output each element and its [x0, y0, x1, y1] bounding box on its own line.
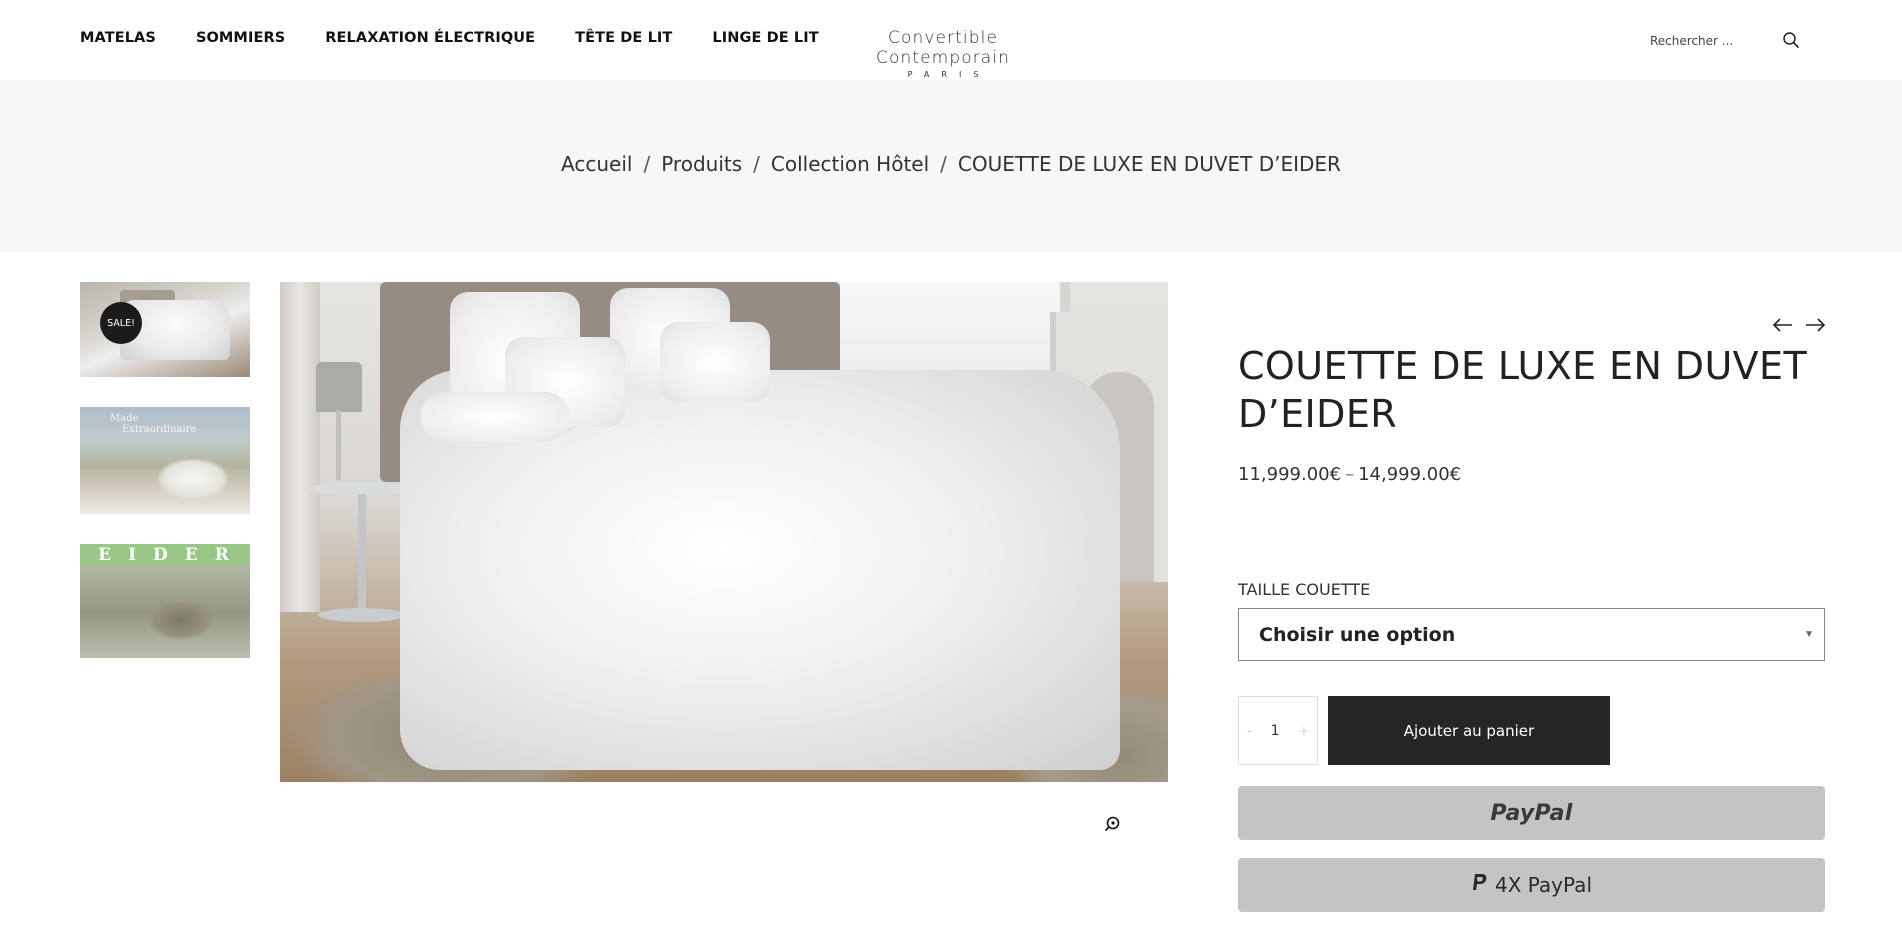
size-select-value: Choisir une option: [1259, 623, 1456, 646]
price-max: 14,999.00€: [1358, 464, 1462, 485]
thumbnail-flower: [158, 459, 228, 499]
image-curtain: [280, 282, 320, 612]
image-side-table-leg: [358, 494, 366, 614]
paypal-logo-icon: [1471, 873, 1489, 898]
paypal-button[interactable]: PayPal: [1238, 786, 1825, 840]
gallery-thumbnail-3[interactable]: EIDER: [80, 544, 250, 658]
gallery-thumbnail-2[interactable]: Made Extraordinaire: [80, 407, 250, 514]
nav-item-relaxation[interactable]: RELAXATION ÉLECTRIQUE: [325, 30, 535, 46]
search-icon[interactable]: [1782, 31, 1802, 51]
price-separator: –: [1345, 464, 1355, 485]
site-header: MATELAS SOMMIERS RELAXATION ÉLECTRIQUE T…: [0, 0, 1902, 80]
price-min: 11,999.00€: [1238, 464, 1342, 485]
logo-subtitle: PARIS: [907, 70, 991, 79]
image-bolster: [420, 392, 570, 442]
breadcrumb-band: Accueil / Produits / Collection Hôtel / …: [0, 80, 1902, 252]
arrow-right-icon[interactable]: [1804, 316, 1826, 334]
thumbnail-caption: Made Extraordinaire: [110, 413, 196, 435]
arrow-left-icon[interactable]: [1772, 316, 1794, 334]
breadcrumb-home[interactable]: Accueil: [561, 152, 632, 176]
image-pillow: [660, 322, 770, 402]
product-navigation: [1772, 316, 1826, 334]
nav-item-tete-de-lit[interactable]: TÊTE DE LIT: [575, 30, 672, 46]
breadcrumb-separator: /: [940, 152, 947, 176]
logo-wordmark: Convertible Contemporain: [875, 28, 1011, 68]
breadcrumb: Accueil / Produits / Collection Hôtel / …: [0, 152, 1902, 176]
quantity-increase-button[interactable]: +: [1299, 724, 1309, 738]
image-lamp-stem: [336, 410, 341, 480]
quantity-decrease-button[interactable]: -: [1247, 724, 1251, 738]
thumbnail-caption-line: Made: [110, 413, 139, 424]
product-main-image[interactable]: [280, 282, 1168, 782]
nav-item-matelas[interactable]: MATELAS: [80, 30, 156, 46]
breadcrumb-collection[interactable]: Collection Hôtel: [771, 152, 929, 176]
main-nav: MATELAS SOMMIERS RELAXATION ÉLECTRIQUE T…: [80, 30, 819, 46]
add-to-cart-button[interactable]: Ajouter au panier: [1328, 696, 1610, 765]
product-title: COUETTE DE LUXE EN DUVET D’EIDER: [1238, 344, 1808, 436]
image-side-table-base: [318, 608, 406, 622]
product-price-range: 11,999.00€ –14,999.00€: [1238, 464, 1461, 485]
thumbnail-title: EIDER: [98, 545, 246, 565]
breadcrumb-separator: /: [753, 152, 760, 176]
nav-item-linge-de-lit[interactable]: LINGE DE LIT: [712, 30, 818, 46]
gallery-thumbnail-1[interactable]: SALE!: [80, 282, 250, 377]
zoom-in-icon[interactable]: [1104, 815, 1122, 833]
quantity-input[interactable]: 1: [1271, 723, 1280, 739]
breadcrumb-current: COUETTE DE LUXE EN DUVET D’EIDER: [957, 152, 1341, 176]
paypal-4x-label: 4X PayPal: [1494, 873, 1592, 897]
thumbnail-eider-duck: [148, 600, 214, 640]
thumbnail-caption-line: Extraordinaire: [122, 424, 197, 435]
search-input[interactable]: [1650, 34, 1780, 48]
quantity-stepper: - 1 +: [1238, 696, 1318, 765]
search-box: [1650, 30, 1810, 52]
image-lamp: [316, 362, 362, 412]
nav-item-sommiers[interactable]: SOMMIERS: [196, 30, 285, 46]
chevron-down-icon: ▼: [1804, 629, 1814, 640]
breadcrumb-produits[interactable]: Produits: [661, 152, 742, 176]
site-logo[interactable]: Convertible Contemporain PARIS: [823, 28, 1063, 79]
breadcrumb-separator: /: [643, 152, 651, 176]
sale-badge: SALE!: [100, 302, 142, 344]
paypal-4x-button[interactable]: 4X PayPal: [1238, 858, 1825, 912]
variant-label: TAILLE COUETTE: [1238, 580, 1371, 599]
size-select[interactable]: Choisir une option ▼: [1238, 608, 1825, 661]
paypal-label: PayPal: [1490, 800, 1573, 826]
